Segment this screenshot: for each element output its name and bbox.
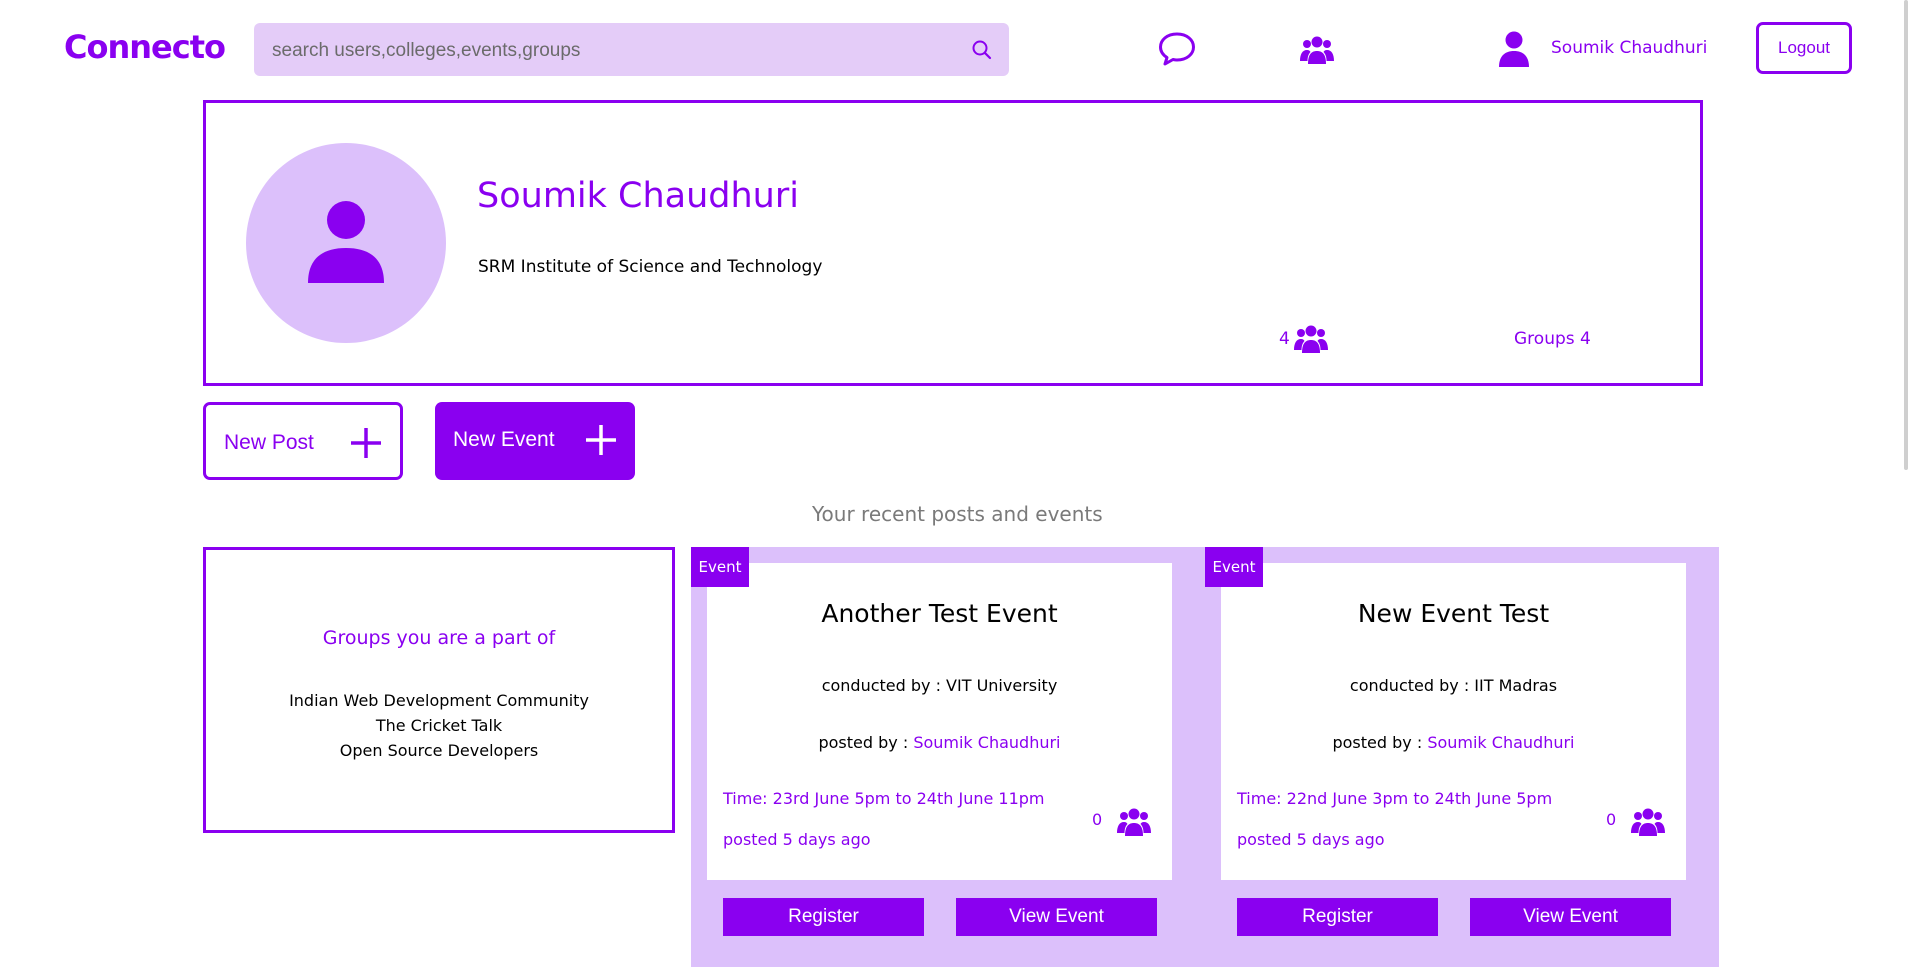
posted-by-link[interactable]: Soumik Chaudhuri xyxy=(1427,733,1574,752)
register-button[interactable]: Register xyxy=(1237,898,1438,936)
event-attendee-count: 0 xyxy=(1606,810,1617,829)
user-icon xyxy=(308,201,384,283)
event-conducted-by: conducted by : IIT Madras xyxy=(1349,676,1558,695)
scrollbar[interactable] xyxy=(1904,0,1908,470)
plus-icon xyxy=(350,427,382,459)
event-posted-by: posted by : Soumik Chaudhuri xyxy=(1221,733,1686,752)
event-posted-ago: posted 5 days ago xyxy=(1237,830,1385,849)
new-event-label: New Event xyxy=(453,428,555,451)
groups-box: Groups you are a part of Indian Web Deve… xyxy=(203,547,675,833)
event-title: New Event Test xyxy=(1357,599,1550,628)
chat-icon[interactable] xyxy=(1158,31,1196,67)
event-card-body: New Event Test conducted by : IIT Madras… xyxy=(1221,563,1686,880)
group-item[interactable]: Open Source Developers xyxy=(206,738,672,763)
user-icon[interactable] xyxy=(1497,30,1531,68)
event-title: Another Test Event xyxy=(821,599,1058,628)
event-tag: Event xyxy=(1205,547,1263,587)
event-time: Time: 22nd June 3pm to 24th June 5pm xyxy=(1237,789,1553,808)
event-tag: Event xyxy=(691,547,749,587)
group-item[interactable]: Indian Web Development Community xyxy=(206,688,672,713)
search-input[interactable] xyxy=(270,23,954,78)
event-card: New Event Test conducted by : IIT Madras… xyxy=(1205,547,1719,967)
app-logo[interactable]: Connecto xyxy=(64,28,226,66)
profile-college: SRM Institute of Science and Technology xyxy=(478,257,823,277)
posted-by-prefix: posted by : xyxy=(1332,733,1428,752)
event-posted-ago: posted 5 days ago xyxy=(723,830,871,849)
event-card-body: Another Test Event conducted by : VIT Un… xyxy=(707,563,1172,880)
event-card: Another Test Event conducted by : VIT Un… xyxy=(691,547,1205,967)
friends-count[interactable]: 4 xyxy=(1279,329,1290,349)
current-user-name[interactable]: Soumik Chaudhuri xyxy=(1551,38,1707,58)
groups-box-title: Groups you are a part of xyxy=(322,627,556,649)
profile-name: Soumik Chaudhuri xyxy=(477,176,799,216)
groups-icon[interactable] xyxy=(1300,33,1334,65)
event-posted-by: posted by : Soumik Chaudhuri xyxy=(707,733,1172,752)
groups-icon[interactable] xyxy=(1294,322,1328,354)
new-event-button[interactable]: New Event xyxy=(435,402,635,480)
avatar xyxy=(246,143,446,343)
view-event-button[interactable]: View Event xyxy=(956,898,1157,936)
posted-by-prefix: posted by : xyxy=(818,733,914,752)
search-icon[interactable] xyxy=(971,39,993,61)
event-time: Time: 23rd June 5pm to 24th June 11pm xyxy=(723,789,1045,808)
new-post-label: New Post xyxy=(224,431,314,454)
search-bar[interactable] xyxy=(254,23,1009,78)
register-button[interactable]: Register xyxy=(723,898,924,936)
groups-icon xyxy=(1117,805,1151,837)
plus-icon xyxy=(585,424,617,456)
event-attendee-count: 0 xyxy=(1092,810,1103,829)
view-event-button[interactable]: View Event xyxy=(1470,898,1671,936)
posted-by-link[interactable]: Soumik Chaudhuri xyxy=(913,733,1060,752)
groups-icon xyxy=(1631,805,1665,837)
groups-list: Indian Web Development Community The Cri… xyxy=(206,688,672,763)
event-conducted-by: conducted by : VIT University xyxy=(821,676,1058,695)
new-post-button[interactable]: New Post xyxy=(203,402,403,480)
logout-button[interactable]: Logout xyxy=(1756,22,1852,74)
recent-section-title: Your recent posts and events xyxy=(812,502,1103,526)
group-item[interactable]: The Cricket Talk xyxy=(206,713,672,738)
groups-count[interactable]: Groups 4 xyxy=(1514,329,1591,349)
